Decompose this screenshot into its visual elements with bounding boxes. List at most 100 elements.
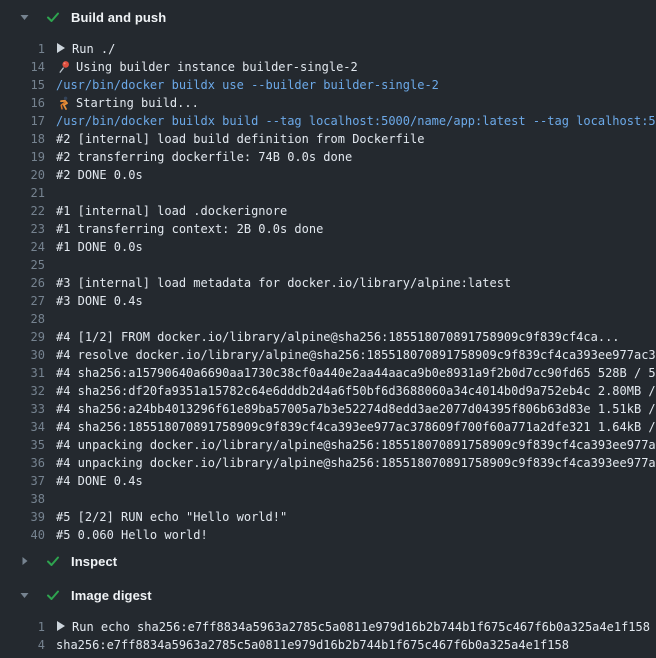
log-text: sha256:e7ff8834a5963a2785c5a0811e979d16b…: [45, 636, 656, 654]
line-number[interactable]: 18: [0, 130, 45, 148]
log-text-value: #4 unpacking docker.io/library/alpine@sh…: [56, 436, 656, 454]
log-line: 32#4 sha256:df20fa9351a15782c64e6dddb2d4…: [0, 382, 656, 400]
log-text: #4 unpacking docker.io/library/alpine@sh…: [45, 454, 656, 472]
chevron-right-icon[interactable]: [19, 556, 30, 566]
line-number[interactable]: 14: [0, 58, 45, 76]
log-line: 26 #3 [internal] load metadata for docker…: [0, 274, 656, 292]
log-block-build-and-push: 1 Run ./ 14 Using builder instance builder-…: [0, 40, 656, 544]
log-line: 31 #4 sha256:a15790640a6690aa1730c38cf0a4…: [0, 364, 656, 382]
log-line: 24 #1 DONE 0.0s: [0, 238, 656, 256]
log-line: 38: [0, 490, 656, 508]
line-number[interactable]: 4: [0, 636, 45, 654]
line-number[interactable]: 30: [0, 346, 45, 364]
section-title: Inspect: [71, 554, 117, 569]
log-line: 28: [0, 310, 656, 328]
log-text-value: #5 [2/2] RUN echo "Hello world!": [56, 508, 287, 526]
section-title: Build and push: [71, 10, 166, 25]
line-number[interactable]: 15: [0, 76, 45, 94]
log-text: #5 0.060 Hello world!: [45, 526, 656, 544]
workflow-log-viewer: Build and push1Run ./14Using builder ins…: [0, 0, 656, 654]
log-text: #2 [internal] load build definition from…: [45, 130, 656, 148]
log-text: #4 sha256:a24bb4013296f61e89ba57005a7b3e…: [45, 400, 656, 418]
section-header-image-digest[interactable]: Image digest: [0, 578, 656, 612]
line-number[interactable]: 25: [0, 256, 45, 274]
section-header-build-and-push[interactable]: Build and push: [0, 0, 656, 34]
chevron-down-icon[interactable]: [19, 590, 30, 600]
log-text: Starting build...: [45, 94, 656, 112]
log-line: 20 #2 DONE 0.0s: [0, 166, 656, 184]
line-number[interactable]: 21: [0, 184, 45, 202]
line-number[interactable]: 26: [0, 274, 45, 292]
log-text: /usr/bin/docker buildx build --tag local…: [45, 112, 656, 130]
log-text-value: /usr/bin/docker buildx use --builder bui…: [56, 76, 439, 94]
line-number[interactable]: 36: [0, 454, 45, 472]
line-number[interactable]: 33: [0, 400, 45, 418]
log-text: #1 transferring context: 2B 0.0s done: [45, 220, 656, 238]
line-number[interactable]: 31: [0, 364, 45, 382]
log-text: Run echo sha256:e7ff8834a5963a2785c5a081…: [45, 618, 656, 636]
log-text: #4 sha256:185518070891758909c9f839cf4ca3…: [45, 418, 656, 436]
log-text-value: /usr/bin/docker buildx build --tag local…: [56, 112, 656, 130]
log-text: #4 unpacking docker.io/library/alpine@sh…: [45, 436, 656, 454]
log-line: 14 Using builder instance builder-single-…: [0, 58, 656, 76]
log-text: Using builder instance builder-single-2: [45, 58, 656, 76]
line-number[interactable]: 29: [0, 328, 45, 346]
line-number[interactable]: 38: [0, 490, 45, 508]
line-number[interactable]: 24: [0, 238, 45, 256]
log-text-value: #4 unpacking docker.io/library/alpine@sh…: [56, 454, 656, 472]
log-line[interactable]: 1 Run ./: [0, 40, 656, 58]
log-line: 33#4 sha256:a24bb4013296f61e89ba57005a7b…: [0, 400, 656, 418]
check-success-icon: [45, 553, 61, 569]
log-text-value: Run echo sha256:e7ff8834a5963a2785c5a081…: [72, 618, 650, 636]
log-text-value: Run ./: [72, 40, 115, 58]
log-text: #3 DONE 0.4s: [45, 292, 656, 310]
log-text-value: #3 [internal] load metadata for docker.i…: [56, 274, 511, 292]
line-number[interactable]: 39: [0, 508, 45, 526]
log-text-value: #2 transferring dockerfile: 74B 0.0s don…: [56, 148, 352, 166]
log-text: #4 sha256:df20fa9351a15782c64e6dddb2d4a6…: [45, 382, 656, 400]
line-number[interactable]: 34: [0, 418, 45, 436]
log-text: #1 [internal] load .dockerignore: [45, 202, 656, 220]
log-text: /usr/bin/docker buildx use --builder bui…: [45, 76, 656, 94]
line-number[interactable]: 35: [0, 436, 45, 454]
play-icon: [56, 618, 72, 636]
line-number[interactable]: 40: [0, 526, 45, 544]
log-line: 4sha256:e7ff8834a5963a2785c5a0811e979d16…: [0, 636, 656, 654]
chevron-down-icon[interactable]: [19, 12, 30, 22]
log-line: 39 #5 [2/2] RUN echo "Hello world!": [0, 508, 656, 526]
log-text-value: #1 transferring context: 2B 0.0s done: [56, 220, 323, 238]
log-text-value: #2 DONE 0.0s: [56, 166, 143, 184]
line-number[interactable]: 1: [0, 618, 45, 636]
log-text-value: #1 DONE 0.0s: [56, 238, 143, 256]
line-number[interactable]: 37: [0, 472, 45, 490]
line-number[interactable]: 22: [0, 202, 45, 220]
log-line: 25: [0, 256, 656, 274]
section-header-inspect[interactable]: Inspect: [0, 544, 656, 578]
line-number[interactable]: 20: [0, 166, 45, 184]
line-number[interactable]: 32: [0, 382, 45, 400]
line-number[interactable]: 17: [0, 112, 45, 130]
line-number[interactable]: 28: [0, 310, 45, 328]
log-text-value: Using builder instance builder-single-2: [76, 58, 358, 76]
pushpin-icon: [56, 60, 71, 74]
log-text: #4 sha256:a15790640a6690aa1730c38cf0a440…: [45, 364, 656, 382]
line-number[interactable]: 16: [0, 94, 45, 112]
log-text: Run ./: [45, 40, 656, 58]
log-text-value: #4 sha256:a15790640a6690aa1730c38cf0a440…: [56, 364, 656, 382]
line-number[interactable]: 27: [0, 292, 45, 310]
log-line: 29#4 [1/2] FROM docker.io/library/alpine…: [0, 328, 656, 346]
line-number[interactable]: 19: [0, 148, 45, 166]
log-text: #4 DONE 0.4s: [45, 472, 656, 490]
log-text: [45, 490, 656, 508]
log-line: 18 #2 [internal] load build definition fr…: [0, 130, 656, 148]
line-number[interactable]: 1: [0, 40, 45, 58]
log-line: 15/usr/bin/docker buildx use --builder b…: [0, 76, 656, 94]
log-text-value: #1 [internal] load .dockerignore: [56, 202, 287, 220]
check-success-icon: [45, 9, 61, 25]
log-text-value: #2 [internal] load build definition from…: [56, 130, 424, 148]
log-text: #5 [2/2] RUN echo "Hello world!": [45, 508, 656, 526]
line-number[interactable]: 23: [0, 220, 45, 238]
log-line: 34#4 sha256:185518070891758909c9f839cf4c…: [0, 418, 656, 436]
log-line[interactable]: 1 Run echo sha256:e7ff8834a5963a2785c5a08…: [0, 618, 656, 636]
log-line: 21: [0, 184, 656, 202]
